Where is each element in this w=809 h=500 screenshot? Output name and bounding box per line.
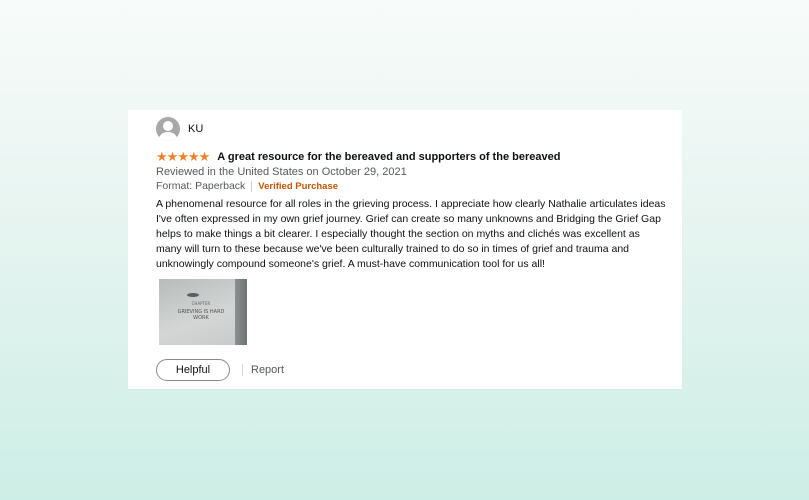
review-date: Reviewed in the United States on October… <box>156 166 407 178</box>
helpful-button[interactable]: Helpful <box>156 359 230 381</box>
image-caption: GRIEVING IS HARD WORK <box>177 309 225 321</box>
divider <box>251 180 253 192</box>
review-body-line: I've often expressed in my own grief jou… <box>156 213 661 225</box>
review-body-line: helps to make things a bit clearer. I es… <box>156 228 640 240</box>
review-title[interactable]: A great resource for the bereaved and su… <box>217 151 560 163</box>
reviewer-name: KU <box>188 123 204 135</box>
format-row: Format: Paperback Verified Purchase <box>156 180 682 192</box>
review-card: KU ★ ★ ★ ★ ★ A great resource for the be… <box>128 110 682 389</box>
image-subtext: CHAPTER <box>191 301 211 306</box>
review-body-line: A phenomenal resource for all roles in t… <box>156 198 666 210</box>
star-icon: ★ <box>198 149 211 164</box>
review-body-line: many will turn to these because we've be… <box>156 243 630 255</box>
review-body-line: unknowingly compound someone's grief. A … <box>156 258 545 270</box>
avatar-icon <box>156 117 180 141</box>
book-logo-icon <box>187 293 199 297</box>
star-rating: ★ ★ ★ ★ ★ <box>156 149 211 164</box>
reviewer-profile: KU <box>156 116 682 142</box>
review-body: A phenomenal resource for all roles in t… <box>156 197 681 272</box>
review-image-thumbnail[interactable]: CHAPTER GRIEVING IS HARD WORK <box>159 279 247 345</box>
format-label[interactable]: Format: Paperback <box>156 180 245 192</box>
report-link[interactable]: Report <box>251 364 284 376</box>
review-actions: Helpful Report <box>156 359 682 381</box>
review-title-row: ★ ★ ★ ★ ★ A great resource for the berea… <box>156 150 682 163</box>
verified-purchase-badge: Verified Purchase <box>258 180 339 192</box>
divider <box>242 364 243 376</box>
